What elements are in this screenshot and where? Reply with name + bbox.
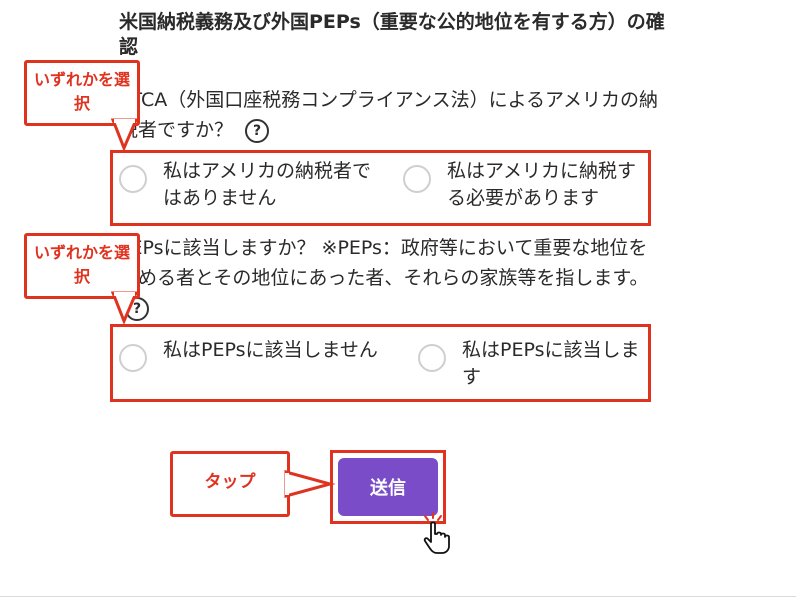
peps-options-group: 私はPEPsに該当しません 私はPEPsに該当します	[110, 324, 651, 402]
option-label: 私はアメリカの納税者ではありません	[163, 160, 372, 209]
callout-tail-icon	[284, 470, 336, 498]
option-label: 私はアメリカに納税する必要があります	[447, 160, 637, 209]
callout-tail-icon	[110, 291, 139, 325]
section-heading: 米国納税義務及び外国PEPs（重要な公的地位を有する方）の確認	[119, 11, 665, 58]
peps-question-text: PEPsに該当しますか？ ※PEPs：政府等において重要な地位を占める者とその地…	[119, 237, 649, 289]
hand-pointer-icon	[423, 512, 450, 554]
peps-option-not-applicable[interactable]: 私はPEPsに該当しません	[119, 337, 379, 372]
callout-tail-icon	[110, 118, 139, 152]
radio-icon[interactable]	[418, 344, 446, 372]
option-label: 私はPEPsに該当しません	[163, 339, 378, 361]
option-label: 私はPEPsに該当します	[462, 339, 640, 388]
submit-button[interactable]: 送信	[338, 458, 438, 516]
select-one-callout: いずれかを選択	[24, 233, 140, 299]
radio-icon[interactable]	[403, 165, 431, 193]
fatca-question-text: ATCA（外国口座税務コンプライアンス法）によるアメリカの納税者ですか？	[119, 89, 659, 141]
fatca-help-icon[interactable]: ?	[245, 118, 270, 143]
fatca-question: ATCA（外国口座税務コンプライアンス法）によるアメリカの納税者ですか？ ?	[119, 85, 659, 145]
fatca-options-group: 私はアメリカの納税者ではありません 私はアメリカに納税する必要があります	[110, 150, 651, 226]
peps-option-applicable[interactable]: 私はPEPsに該当します	[418, 337, 648, 391]
radio-icon[interactable]	[119, 344, 147, 372]
radio-icon[interactable]	[119, 165, 147, 193]
peps-question: PEPsに該当しますか？ ※PEPs：政府等において重要な地位を占める者とその地…	[119, 233, 659, 323]
fatca-option-taxpayer[interactable]: 私はアメリカに納税する必要があります	[403, 158, 653, 212]
fatca-option-not-taxpayer[interactable]: 私はアメリカの納税者ではありません	[119, 158, 374, 212]
select-one-callout: いずれかを選択	[24, 60, 140, 126]
tap-callout: タップ	[170, 451, 290, 517]
divider	[0, 596, 796, 597]
